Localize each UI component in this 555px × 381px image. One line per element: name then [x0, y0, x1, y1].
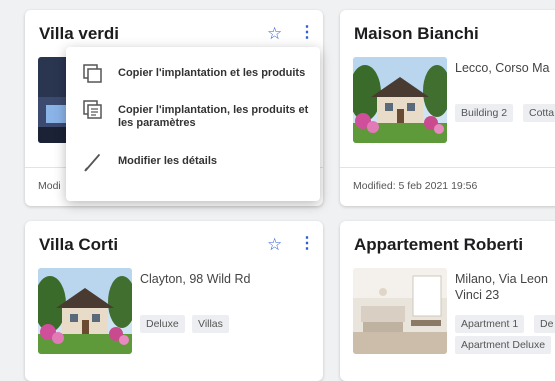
- property-address: Lecco, Corso Ma: [455, 61, 550, 75]
- menu-item-edit-details[interactable]: Modifier les détails: [66, 147, 320, 175]
- more-options-icon[interactable]: ⋮: [299, 236, 315, 252]
- favorite-star-icon[interactable]: ☆: [267, 25, 282, 42]
- menu-item-label: Copier l'implantation et les produits: [118, 67, 306, 79]
- project-card-maison-bianchi[interactable]: Maison Bianchi Lecco, Corso Ma Building …: [340, 10, 555, 206]
- property-thumbnail: [353, 57, 447, 143]
- edit-pencil-icon: [82, 151, 104, 173]
- card-options-menu: Copier l'implantation et les produits Co…: [66, 47, 320, 201]
- tag: De: [534, 315, 555, 333]
- tag: Apartment Deluxe: [455, 336, 552, 354]
- menu-item-label: Copier l'implantation, les produits et l…: [118, 104, 309, 129]
- tag: Cotta: [523, 104, 555, 122]
- card-title[interactable]: Villa verdi: [39, 24, 119, 44]
- favorite-star-icon[interactable]: ☆: [267, 236, 282, 253]
- modified-date: Modi: [38, 180, 61, 192]
- project-card-appartement-roberti[interactable]: Appartement Roberti Milano, Via Leon Vin…: [340, 221, 555, 381]
- menu-item-copy-layout-products[interactable]: Copier l'implantation et les produits: [66, 59, 320, 87]
- card-title[interactable]: Villa Corti: [39, 235, 118, 255]
- card-title[interactable]: Maison Bianchi: [354, 24, 479, 44]
- more-options-icon[interactable]: ⋮: [299, 25, 315, 41]
- property-thumbnail: [353, 268, 447, 354]
- tag: Deluxe: [140, 315, 185, 333]
- card-divider: [340, 167, 555, 168]
- property-thumbnail: [38, 268, 132, 354]
- property-address: Clayton, 98 Wild Rd: [140, 272, 251, 286]
- tag: Apartment 1: [455, 315, 525, 333]
- modified-date: Modified: 5 feb 2021 19:56: [353, 180, 478, 192]
- card-title[interactable]: Appartement Roberti: [354, 235, 523, 255]
- tag: Building 2: [455, 104, 514, 122]
- project-card-villa-corti[interactable]: Villa Corti ☆ ⋮ Clayton, 98 Wild Rd Delu…: [25, 221, 323, 381]
- copy-settings-icon: [82, 99, 104, 121]
- menu-item-label: Modifier les détails: [118, 155, 218, 167]
- copy-icon: [82, 63, 104, 85]
- tag: Villas: [192, 315, 229, 333]
- property-address-line-1: Milano, Via Leon: [455, 272, 548, 286]
- menu-item-copy-layout-products-settings[interactable]: Copier l'implantation, les produits et l…: [66, 97, 320, 137]
- property-address-line-2: Vinci 23: [455, 288, 500, 302]
